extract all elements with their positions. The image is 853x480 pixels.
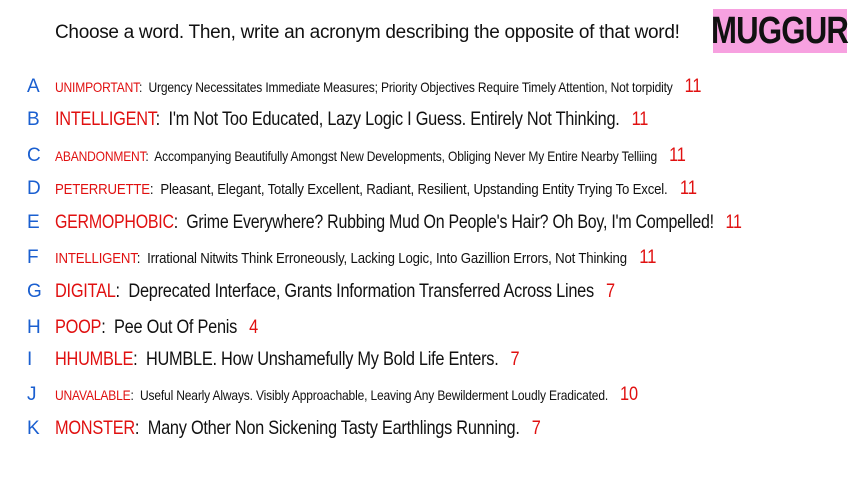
row-letter-count: 10: [620, 384, 638, 405]
row-letter-count: 11: [679, 178, 697, 199]
row-colon: :: [149, 181, 161, 198]
acronym-row: PETERRUETTE: Pleasant, Elegant, Totally …: [55, 178, 784, 200]
row-letter: I: [27, 349, 32, 370]
row-letter-count: 7: [605, 281, 615, 302]
acronym-row: HHUMBLE: HUMBLE. How Unshamefully My Bol…: [55, 349, 595, 371]
row-letter: B: [27, 109, 40, 130]
row-colon: :: [101, 317, 115, 338]
row-letter-count: 11: [725, 212, 742, 233]
row-letter: F: [27, 247, 39, 268]
row-word: UNIMPORTANT: [55, 79, 139, 95]
row-letter-count: 7: [510, 349, 520, 370]
row-acronym-text: Grime Everywhere? Rubbing Mud On People'…: [186, 212, 714, 233]
row-acronym-text: Accompanying Beautifully Amongst New Dev…: [154, 148, 658, 164]
acronym-row: INTELLIGENT: Irrational Nitwits Think Er…: [55, 247, 738, 269]
row-acronym-text: I'm Not Too Educated, Lazy Logic I Guess…: [168, 109, 620, 130]
row-letter: K: [27, 418, 40, 439]
row-letter: H: [27, 317, 41, 338]
row-word: PETERRUETTE: [55, 181, 150, 198]
row-acronym-text: Irrational Nitwits Think Erroneously, La…: [147, 250, 627, 267]
row-word: HHUMBLE: [55, 349, 134, 370]
row-colon: :: [134, 418, 148, 439]
row-word: POOP: [55, 317, 102, 338]
row-letter-count: 11: [684, 76, 702, 97]
row-letter: G: [27, 281, 42, 302]
row-colon: :: [173, 212, 187, 233]
row-letter-count: 11: [631, 109, 649, 130]
row-letter-count: 11: [639, 247, 657, 268]
row-letter: J: [27, 384, 37, 405]
muggur-logo: MUGGUR: [711, 9, 849, 53]
row-acronym-text: Pee Out Of Penis: [114, 317, 238, 338]
row-colon: :: [138, 79, 149, 95]
row-letter: E: [27, 212, 40, 233]
row-colon: :: [115, 281, 129, 302]
row-word: DIGITAL: [55, 281, 116, 302]
acronym-row: UNAVALABLE: Useful Nearly Always. Visibl…: [55, 384, 733, 406]
row-letter: C: [27, 145, 41, 166]
row-word: UNAVALABLE: [55, 387, 131, 403]
row-letter-count: 7: [531, 418, 541, 439]
row-word: INTELLIGENT: [55, 109, 156, 130]
prompt-text: Choose a word. Then, write an acronym de…: [55, 22, 680, 43]
row-word: MONSTER: [55, 418, 135, 439]
row-acronym-text: HUMBLE. How Unshamefully My Bold Life En…: [145, 349, 499, 370]
row-word: GERMOPHOBIC: [55, 212, 174, 233]
row-letter: A: [27, 76, 40, 97]
logo-text: MUGGUR: [711, 9, 849, 52]
row-acronym-text: Deprecated Interface, Grants Information…: [128, 281, 594, 302]
row-colon: :: [155, 109, 169, 130]
row-acronym-text: Useful Nearly Always. Visibly Approachab…: [139, 387, 609, 403]
acronym-row: GERMOPHOBIC: Grime Everywhere? Rubbing M…: [55, 212, 853, 234]
acronym-row: DIGITAL: Deprecated Interface, Grants In…: [55, 281, 706, 303]
acronym-row: INTELLIGENT: I'm Not Too Educated, Lazy …: [55, 109, 745, 131]
row-colon: :: [136, 250, 148, 267]
row-acronym-text: Pleasant, Elegant, Totally Excellent, Ra…: [160, 181, 668, 198]
acronym-row: MONSTER: Many Other Non Sickening Tasty …: [55, 418, 620, 440]
row-letter-count: 11: [669, 145, 686, 166]
row-acronym-text: Urgency Necessitates Immediate Measures;…: [148, 79, 673, 95]
acronym-row: UNIMPORTANT: Urgency Necessitates Immedi…: [55, 76, 807, 98]
row-letter-count: 4: [249, 317, 258, 338]
row-acronym-text: Many Other Non Sickening Tasty Earthling…: [147, 418, 520, 439]
row-word: INTELLIGENT: [55, 250, 137, 267]
row-word: ABANDONMENT: [55, 148, 146, 164]
row-colon: :: [133, 349, 146, 370]
acronym-row: POOP: Pee Out Of Penis 4: [55, 317, 291, 339]
row-colon: :: [130, 387, 140, 403]
acronym-row: ABANDONMENT: Accompanying Beautifully Am…: [55, 145, 788, 167]
row-letter: D: [27, 178, 41, 199]
